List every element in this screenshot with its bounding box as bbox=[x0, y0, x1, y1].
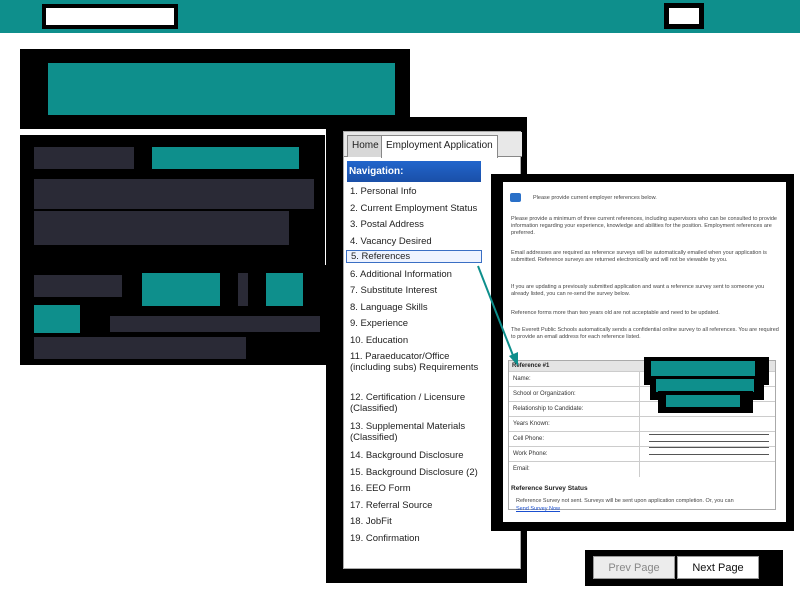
tab-employment-application[interactable]: Employment Application bbox=[381, 135, 498, 158]
form-paragraph: The Everett Public Schools automatically… bbox=[511, 327, 779, 340]
prev-page-button[interactable]: Prev Page bbox=[593, 556, 675, 579]
navigation-header: Navigation: bbox=[347, 161, 481, 182]
placeholder-bar-teal bbox=[34, 305, 80, 333]
tab-bar: Home Employment Application bbox=[344, 132, 522, 158]
send-survey-link[interactable]: Send Survey Now bbox=[516, 506, 560, 513]
redaction-teal bbox=[666, 395, 740, 407]
nav-item-referral-source[interactable]: 17. Referral Source bbox=[350, 500, 480, 511]
next-page-button[interactable]: Next Page bbox=[677, 556, 759, 579]
placeholder-bar bbox=[34, 147, 134, 169]
top-banner bbox=[0, 0, 800, 33]
info-chat-icon bbox=[510, 193, 521, 202]
placeholder-bar-teal bbox=[266, 273, 303, 306]
nav-item-background-disclosure[interactable]: 14. Background Disclosure bbox=[350, 450, 480, 461]
form-intro: Please provide current employer referenc… bbox=[533, 195, 657, 201]
redaction-teal bbox=[651, 361, 755, 377]
text-block-1 bbox=[20, 135, 325, 265]
banner-logo-placeholder bbox=[42, 4, 178, 29]
nav-item-confirmation[interactable]: 19. Confirmation bbox=[350, 533, 480, 544]
banner-icon-placeholder bbox=[664, 3, 704, 29]
redaction-block bbox=[658, 391, 753, 413]
placeholder-bar bbox=[110, 316, 320, 332]
field-years-known: Years Known: bbox=[509, 416, 775, 432]
nav-item-eeo-form[interactable]: 16. EEO Form bbox=[350, 483, 480, 494]
form-paragraph: If you are updating a previously submitt… bbox=[511, 284, 765, 297]
field-label: School or Organization: bbox=[513, 391, 576, 397]
field-email: Email: bbox=[509, 461, 775, 477]
survey-status-title: Reference Survey Status bbox=[511, 485, 588, 492]
nav-item-language-skills[interactable]: 8. Language Skills bbox=[350, 302, 480, 313]
nav-item-education[interactable]: 10. Education bbox=[350, 335, 480, 346]
nav-item-paraeducator-office[interactable]: 11. Paraeducator/Office (including subs)… bbox=[350, 351, 480, 373]
nav-item-current-employment-status[interactable]: 2. Current Employment Status bbox=[350, 203, 480, 214]
references-form-window: Please provide current employer referenc… bbox=[491, 174, 794, 531]
field-label: Cell Phone: bbox=[513, 436, 545, 442]
placeholder-bar bbox=[34, 337, 246, 359]
input-line[interactable] bbox=[649, 454, 769, 455]
placeholder-bar-teal bbox=[152, 147, 299, 169]
nav-item-additional-information[interactable]: 6. Additional Information bbox=[350, 269, 480, 280]
nav-item-substitute-interest[interactable]: 7. Substitute Interest bbox=[350, 285, 480, 296]
placeholder-bar bbox=[238, 273, 248, 306]
field-label: Name: bbox=[513, 376, 531, 382]
placeholder-bar bbox=[34, 211, 289, 245]
tab-home[interactable]: Home bbox=[347, 135, 384, 157]
nav-item-vacancy-desired[interactable]: 4. Vacancy Desired bbox=[350, 236, 480, 247]
nav-item-personal-info[interactable]: 1. Personal Info bbox=[350, 186, 480, 197]
placeholder-bar bbox=[34, 179, 314, 209]
text-block-2 bbox=[20, 265, 332, 365]
nav-item-postal-address[interactable]: 3. Postal Address bbox=[350, 219, 480, 230]
field-label: Work Phone: bbox=[513, 451, 548, 457]
nav-item-jobfit[interactable]: 18. JobFit bbox=[350, 516, 480, 527]
placeholder-bar bbox=[34, 275, 122, 297]
input-line[interactable] bbox=[649, 434, 769, 435]
pager: Prev Page Next Page bbox=[585, 550, 783, 586]
field-label: Email: bbox=[513, 466, 530, 472]
form-paragraph: Please provide a minimum of three curren… bbox=[511, 216, 777, 236]
placeholder-bar-teal bbox=[142, 273, 220, 306]
references-form: Please provide current employer referenc… bbox=[503, 182, 786, 522]
field-label: Years Known: bbox=[513, 421, 550, 427]
nav-item-certification-licensure[interactable]: 12. Certification / Licensure (Classifie… bbox=[350, 392, 480, 414]
survey-status-text: Reference Survey not sent. Surveys will … bbox=[516, 498, 734, 504]
title-bar bbox=[48, 63, 395, 115]
nav-item-references[interactable]: 5. References bbox=[346, 250, 482, 263]
field-label: Relationship to Candidate: bbox=[513, 406, 584, 412]
form-paragraph: Email addresses are required as referenc… bbox=[511, 250, 767, 263]
input-line[interactable] bbox=[649, 447, 769, 448]
input-line[interactable] bbox=[649, 441, 769, 442]
nav-item-experience[interactable]: 9. Experience bbox=[350, 318, 480, 329]
form-paragraph: Reference forms more than two years old … bbox=[511, 310, 720, 316]
nav-item-supplemental-materials[interactable]: 13. Supplemental Materials (Classified) bbox=[350, 421, 480, 443]
nav-item-background-disclosure-2[interactable]: 15. Background Disclosure (2) bbox=[350, 467, 480, 478]
